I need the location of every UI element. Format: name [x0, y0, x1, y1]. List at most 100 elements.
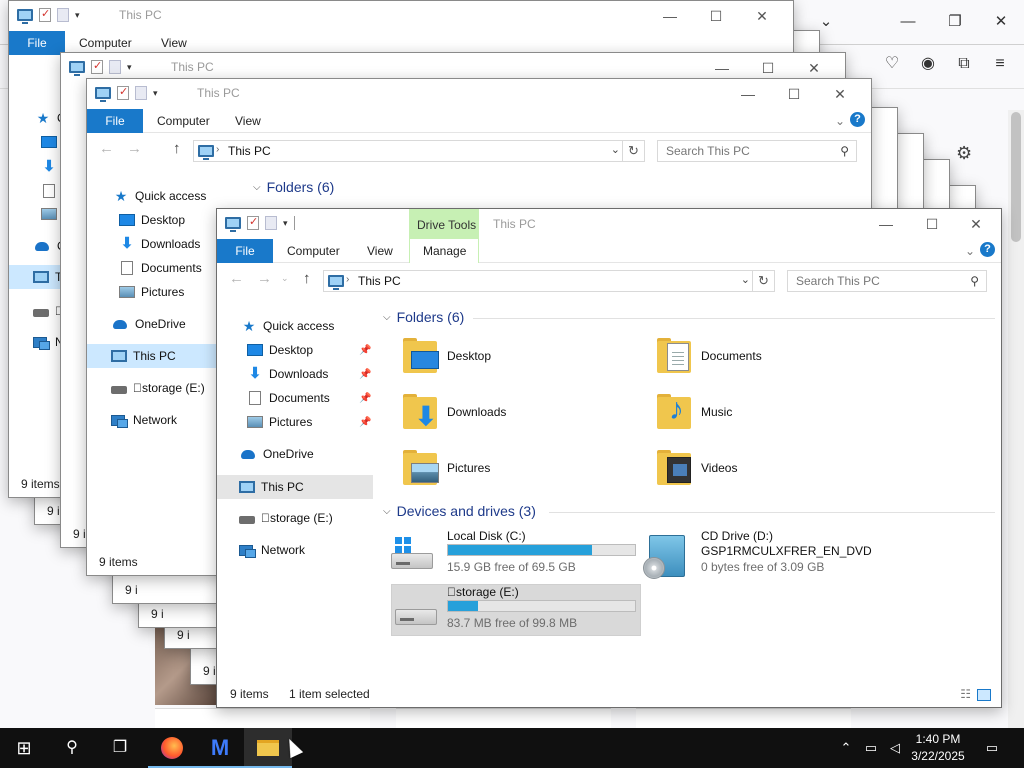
properties-icon[interactable] [117, 85, 129, 100]
sidebar-item-storage[interactable]: storage (E:) [239, 511, 333, 525]
pin-icon[interactable]: 📌 [359, 345, 371, 356]
title-bar[interactable]: ▾ Drive Tools This PC — ☐ ✕ [217, 209, 1001, 239]
scrollbar-thumb[interactable] [1011, 112, 1021, 242]
account-icon[interactable]: ◉ [915, 52, 941, 76]
new-folder-icon[interactable] [109, 60, 121, 74]
drive-e[interactable]: storage (E:) 83.7 MB free of 99.8 MB [395, 585, 640, 635]
folder-downloads[interactable]: ⬇ Downloads [401, 393, 506, 431]
sidebar-item-pictures[interactable]: Pictures [119, 285, 184, 299]
new-folder-icon[interactable] [57, 8, 69, 22]
refresh-icon[interactable]: ↻ [752, 271, 774, 291]
sidebar-item-this-pc[interactable]: This PC [217, 475, 373, 499]
folder-music[interactable]: ♪ Music [655, 393, 732, 431]
back-arrow-icon[interactable]: ← [229, 270, 244, 287]
close-icon[interactable]: ✕ [953, 209, 999, 239]
malwarebytes-icon[interactable]: M [196, 728, 244, 768]
tab-computer[interactable]: Computer [287, 244, 340, 258]
properties-icon[interactable] [91, 59, 103, 74]
extensions-icon[interactable]: ⧉ [951, 52, 977, 76]
address-crumb[interactable]: This PC [358, 274, 401, 288]
address-bar[interactable]: › This PC ⌄ ↻ [323, 270, 775, 292]
minimize-icon[interactable]: — [894, 10, 922, 34]
chevron-down-icon[interactable]: ⌄ [741, 273, 750, 286]
drive-d[interactable]: CD Drive (D:) GSP1RMCULXFRER_EN_DVD 0 by… [643, 529, 887, 579]
tab-computer[interactable]: Computer [157, 114, 210, 128]
search-input[interactable]: Search This PC ⚲ [657, 140, 857, 162]
sidebar-item-onedrive[interactable]: OneDrive [111, 317, 186, 331]
title-bar[interactable]: ▾ This PC — ☐ ✕ [87, 79, 871, 109]
pin-icon[interactable]: 📌 [359, 369, 371, 380]
customize-dropdown-icon[interactable]: ▾ [75, 10, 80, 21]
notifications-icon[interactable]: ▭ [978, 728, 1006, 768]
properties-icon[interactable] [247, 215, 259, 230]
folder-documents[interactable]: Documents [655, 337, 762, 375]
pin-icon[interactable]: 📌 [359, 417, 371, 428]
sidebar-item-documents[interactable]: Documents [119, 261, 202, 275]
forward-arrow-icon[interactable]: → [127, 140, 142, 157]
sidebar-item-storage[interactable]: storage (E:) [111, 381, 205, 395]
folder-desktop[interactable]: Desktop [401, 337, 491, 375]
customize-dropdown-icon[interactable]: ▾ [283, 218, 288, 229]
up-arrow-icon[interactable]: ↑ [173, 140, 181, 157]
ribbon-expand-icon[interactable]: ⌄ [965, 244, 975, 258]
sidebar-item-this-pc[interactable]: This PC [87, 344, 217, 368]
back-arrow-icon[interactable]: ← [99, 140, 114, 157]
sidebar-item-pictures[interactable]: Pictures [247, 415, 312, 429]
tab-view[interactable]: View [235, 114, 261, 128]
chevron-up-icon[interactable]: ⌃ [836, 728, 856, 768]
sidebar-item-downloads[interactable]: ⬇ Downloads [247, 366, 329, 381]
maximize-icon[interactable]: ☐ [909, 209, 955, 239]
firefox-icon[interactable] [148, 728, 196, 768]
details-view-icon[interactable]: ☷ [960, 687, 971, 701]
sidebar-item-pictures[interactable] [41, 208, 57, 220]
sidebar-item-downloads[interactable]: ⬇ Downloads [119, 236, 201, 251]
folder-videos[interactable]: Videos [655, 449, 737, 487]
recent-locations-icon[interactable]: ⌄ [281, 273, 289, 284]
new-folder-icon[interactable] [135, 86, 147, 100]
sidebar-item-onedrive[interactable]: OneDrive [239, 447, 314, 461]
sidebar-item-downloads[interactable]: ⬇ [41, 159, 57, 174]
sidebar-item-documents[interactable] [41, 184, 57, 198]
sidebar-item-network[interactable]: Network [111, 413, 177, 428]
sidebar-item-quick-access[interactable]: ★ Quick access [113, 189, 207, 203]
file-tab[interactable]: File [9, 31, 65, 55]
sidebar-item-desktop[interactable]: Desktop [247, 343, 313, 357]
search-input[interactable]: Search This PC ⚲ [787, 270, 987, 292]
customize-dropdown-icon[interactable]: ▾ [127, 62, 132, 73]
help-icon[interactable]: ? [850, 112, 865, 127]
explorer-window-main[interactable]: ▾ Drive Tools This PC — ☐ ✕ File Compute… [216, 208, 1002, 708]
ribbon-expand-icon[interactable]: ⌄ [835, 114, 845, 128]
network-tray-icon[interactable]: ▭ [860, 728, 882, 768]
sidebar-item-documents[interactable]: Documents [247, 391, 330, 405]
file-tab[interactable]: File [87, 109, 143, 133]
refresh-icon[interactable]: ↻ [622, 141, 644, 161]
tab-view[interactable]: View [161, 36, 187, 50]
new-folder-icon[interactable] [265, 216, 277, 230]
restore-icon[interactable]: ❐ [941, 10, 969, 34]
title-bar[interactable]: ▾ This PC — ☐ ✕ [9, 1, 793, 31]
help-icon[interactable]: ? [980, 242, 995, 257]
file-tab[interactable]: File [217, 239, 273, 263]
sidebar-item-network[interactable]: Network [239, 543, 305, 558]
pocket-icon[interactable]: ♡ [879, 52, 905, 76]
forward-arrow-icon[interactable]: → [257, 270, 272, 287]
tiles-view-icon[interactable] [977, 689, 991, 701]
sidebar-item-quick-access[interactable]: ★ Quick access [241, 319, 335, 333]
section-header-folders[interactable]: ⌵ Folders (6) [253, 179, 334, 195]
pin-icon[interactable]: 📌 [359, 393, 371, 404]
up-arrow-icon[interactable]: ↑ [303, 270, 311, 287]
chevron-down-icon[interactable]: ⌄ [611, 143, 620, 156]
drive-c[interactable]: Local Disk (C:) 15.9 GB free of 69.5 GB [391, 529, 641, 579]
clock[interactable]: 1:40 PM 3/22/2025 [900, 731, 976, 765]
sidebar-item-desktop[interactable] [41, 136, 57, 148]
task-view-icon[interactable]: ❐ [96, 728, 144, 768]
maximize-icon[interactable]: ☐ [693, 1, 739, 31]
folder-pictures[interactable]: Pictures [401, 449, 490, 487]
tab-computer[interactable]: Computer [79, 36, 132, 50]
search-icon[interactable]: ⚲ [48, 728, 96, 768]
section-header-folders[interactable]: ⌵ Folders (6) [383, 309, 995, 325]
close-icon[interactable]: ✕ [739, 1, 785, 31]
section-header-devices[interactable]: ⌵ Devices and drives (3) [383, 503, 995, 519]
customize-dropdown-icon[interactable]: ▾ [153, 88, 158, 99]
gear-icon[interactable]: ⚙ [956, 143, 972, 164]
